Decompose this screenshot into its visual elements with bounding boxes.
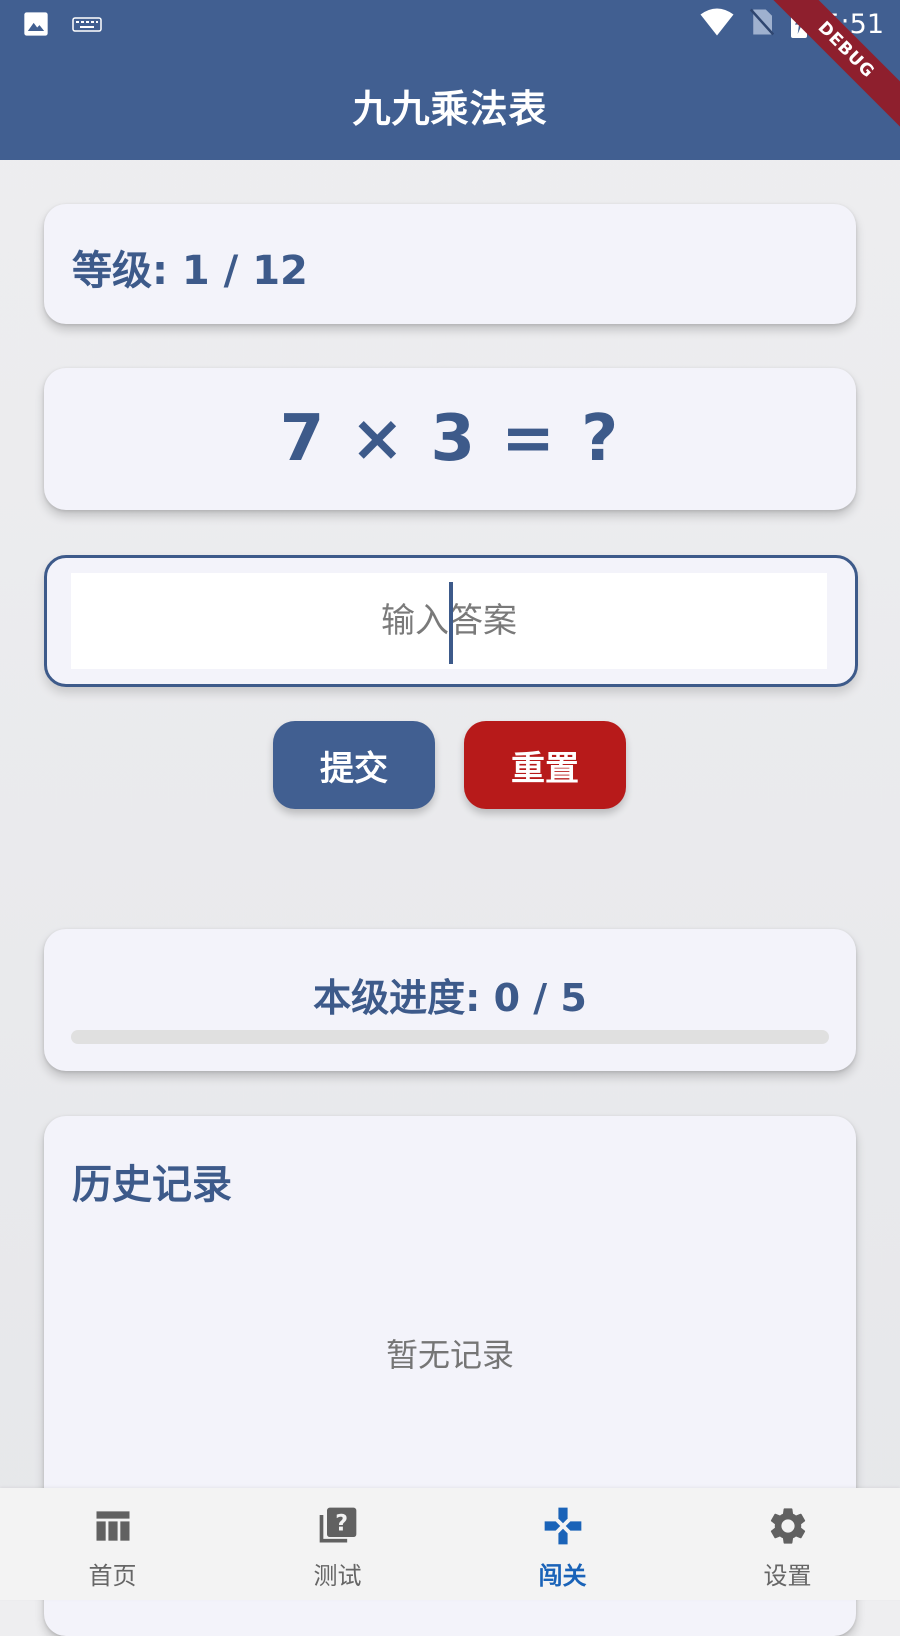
nav-item-settings[interactable]: 设置 <box>675 1488 900 1600</box>
app-header: 5:51 九九乘法表 DEBUG <box>0 0 900 160</box>
progress-bar <box>71 1030 829 1044</box>
level-card: 等级: 1 / 12 <box>44 204 856 324</box>
no-sim-icon <box>749 7 775 41</box>
gear-icon <box>766 1504 810 1552</box>
image-icon <box>22 10 50 42</box>
history-title: 历史记录 <box>72 1162 232 1208</box>
question-text: 7 × 3 = ? <box>279 402 621 476</box>
history-empty-text: 暂无记录 <box>385 1336 514 1374</box>
nav-label-home: 首页 <box>88 1562 137 1590</box>
bottom-navigation: 首页 ? 测试 闯关 设置 <box>0 1488 900 1600</box>
progress-card: 本级进度: 0 / 5 <box>44 929 856 1071</box>
text-cursor <box>449 582 453 664</box>
progress-label: 本级进度: 0 / 5 <box>313 976 587 1020</box>
nav-label-challenge: 闯关 <box>538 1562 587 1590</box>
nav-label-settings: 设置 <box>763 1562 812 1590</box>
answer-field-container <box>44 555 858 687</box>
nav-item-challenge[interactable]: 闯关 <box>450 1488 675 1600</box>
nav-item-home[interactable]: 首页 <box>0 1488 225 1600</box>
keyboard-icon <box>72 13 102 39</box>
svg-text:?: ? <box>335 1512 348 1537</box>
nav-item-test[interactable]: ? 测试 <box>225 1488 450 1600</box>
app-title: 九九乘法表 <box>352 87 548 131</box>
level-indicator: 等级: 1 / 12 <box>72 248 308 294</box>
gamepad-icon <box>541 1504 585 1552</box>
nav-label-test: 测试 <box>313 1562 362 1590</box>
question-card: 7 × 3 = ? <box>44 368 856 510</box>
reset-button[interactable]: 重置 <box>464 721 626 809</box>
table-icon <box>91 1504 135 1552</box>
status-bar-left <box>22 10 102 42</box>
wifi-icon <box>699 7 735 41</box>
quiz-icon: ? <box>316 1504 360 1552</box>
submit-button[interactable]: 提交 <box>273 721 435 809</box>
